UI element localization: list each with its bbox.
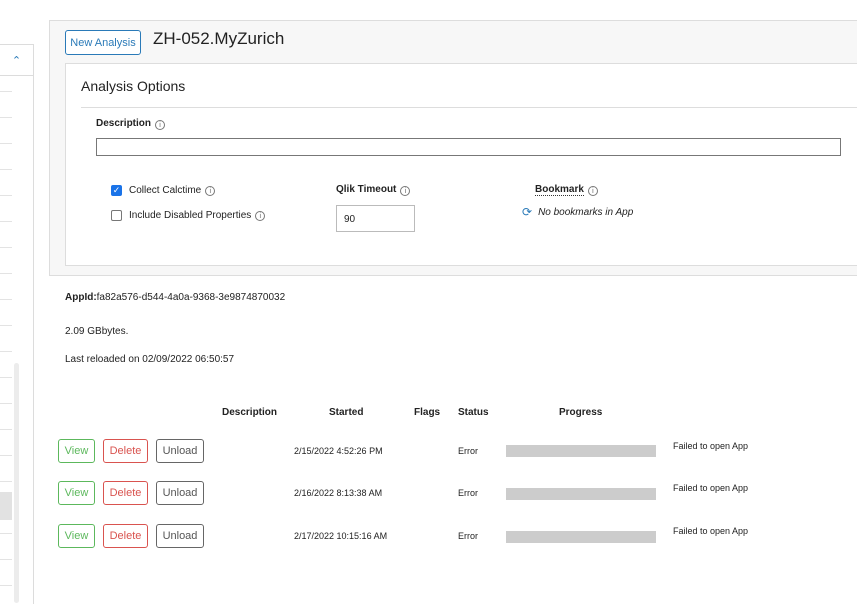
app-id: AppId:fa82a576-d544-4a0a-9368-3e98748700… <box>65 292 285 303</box>
sidebar-divider <box>0 429 12 430</box>
delete-button[interactable]: Delete <box>103 439 148 463</box>
no-bookmarks-text: No bookmarks in App <box>538 206 634 218</box>
progress-bar <box>506 531 656 543</box>
collect-calctime-checkbox[interactable]: ✓ <box>111 185 122 196</box>
row-status: Error <box>458 446 478 456</box>
info-icon[interactable]: i <box>155 120 166 130</box>
sidebar-divider <box>0 91 12 92</box>
row-started: 2/17/2022 10:15:16 AM <box>294 531 388 541</box>
description-label: Description i <box>96 118 166 130</box>
sidebar-divider <box>0 585 12 586</box>
row-started: 2/15/2022 4:52:26 PM <box>294 446 383 456</box>
sidebar-divider <box>0 403 12 404</box>
qlik-timeout-input[interactable]: 90 <box>336 205 415 232</box>
new-analysis-button[interactable]: New Analysis <box>65 30 141 55</box>
sidebar-divider <box>0 169 12 170</box>
sidebar-divider <box>0 299 12 300</box>
view-button[interactable]: View <box>58 524 95 548</box>
delete-button[interactable]: Delete <box>103 481 148 505</box>
column-header-progress: Progress <box>559 407 603 418</box>
column-header-flags: Flags <box>414 407 441 418</box>
view-button[interactable]: View <box>58 439 95 463</box>
chevron-up-icon: ⌃ <box>11 54 22 67</box>
unload-button[interactable]: Unload <box>156 439 204 463</box>
sidebar-divider <box>0 247 12 248</box>
app-id-value: fa82a576-d544-4a0a-9368-3e9874870032 <box>96 292 286 303</box>
description-input[interactable] <box>96 138 841 156</box>
sidebar-divider <box>0 221 12 222</box>
row-message: Failed to open App <box>673 483 749 493</box>
sidebar-divider <box>0 143 12 144</box>
sidebar-divider <box>0 377 12 378</box>
column-header-started: Started <box>329 407 364 418</box>
row-started: 2/16/2022 8:13:38 AM <box>294 488 383 498</box>
options-divider <box>81 107 857 108</box>
app-title: ZH-052.MyZurich <box>153 29 285 48</box>
progress-bar <box>506 488 656 500</box>
unload-button[interactable]: Unload <box>156 481 204 505</box>
qlik-timeout-label: Qlik Timeout i <box>336 184 411 196</box>
analysis-options-title: Analysis Options <box>81 78 186 94</box>
sidebar-divider <box>0 481 12 482</box>
column-header-description: Description <box>222 407 278 418</box>
column-header-status: Status <box>458 407 489 418</box>
bookmark-label: Bookmark i <box>535 184 598 196</box>
sidebar-collapse-button[interactable]: ⌃ <box>0 45 33 76</box>
row-status: Error <box>458 488 478 498</box>
sidebar-divider <box>0 559 12 560</box>
delete-button[interactable]: Delete <box>103 524 148 548</box>
include-disabled-label: Include Disabled Properties <box>129 210 252 221</box>
info-icon[interactable]: i <box>255 210 266 221</box>
include-disabled-option[interactable]: Include Disabled Properties i <box>111 210 266 221</box>
row-message: Failed to open App <box>673 441 749 451</box>
qlik-timeout-label-text: Qlik Timeout <box>336 184 397 195</box>
sidebar-divider <box>0 117 12 118</box>
sidebar-divider <box>0 325 12 326</box>
sidebar-selected-item[interactable] <box>0 492 12 520</box>
include-disabled-checkbox[interactable] <box>111 210 122 221</box>
row-status: Error <box>458 531 478 541</box>
sidebar-divider <box>0 455 12 456</box>
progress-bar <box>506 445 656 457</box>
info-icon[interactable]: i <box>587 186 598 196</box>
sidebar-divider <box>0 195 12 196</box>
bookmark-status: ⟳ No bookmarks in App <box>522 205 633 219</box>
info-icon[interactable]: i <box>400 186 411 196</box>
info-icon[interactable]: i <box>205 185 216 196</box>
sidebar-divider <box>0 351 12 352</box>
app-size: 2.09 GBbytes. <box>65 326 129 337</box>
last-reloaded: Last reloaded on 02/09/2022 06:50:57 <box>65 354 235 365</box>
sidebar-divider <box>0 533 12 534</box>
collect-calctime-option[interactable]: ✓ Collect Calctime i <box>111 185 216 196</box>
bookmark-label-text: Bookmark <box>535 184 584 196</box>
app-id-label: AppId: <box>65 292 97 303</box>
collect-calctime-label: Collect Calctime <box>129 185 202 196</box>
view-button[interactable]: View <box>58 481 95 505</box>
refresh-icon[interactable]: ⟳ <box>522 205 532 219</box>
row-message: Failed to open App <box>673 526 749 536</box>
description-label-text: Description <box>96 118 152 129</box>
sidebar-divider <box>0 273 12 274</box>
sidebar-scrollbar[interactable] <box>14 363 19 603</box>
sidebar: ⌃ <box>0 44 34 604</box>
unload-button[interactable]: Unload <box>156 524 204 548</box>
